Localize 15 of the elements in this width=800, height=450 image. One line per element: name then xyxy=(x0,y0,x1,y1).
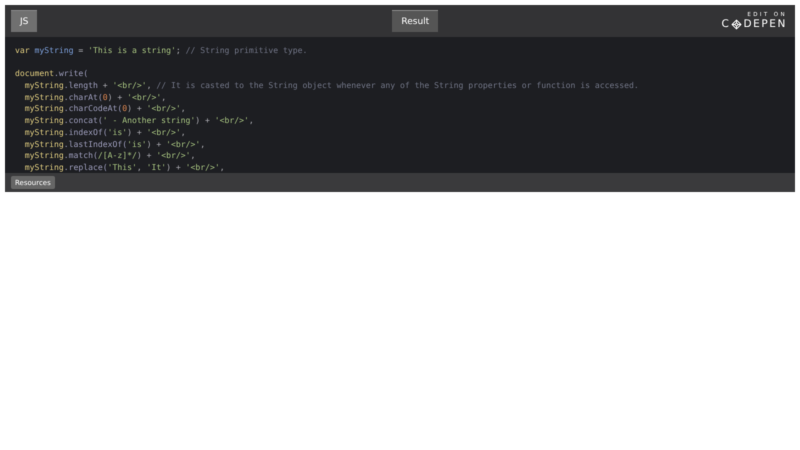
code-line: myString.indexOf('is') + '<br/>', xyxy=(24,126,186,138)
cube-logo-icon xyxy=(731,18,742,30)
code-line: var myString = 'This is a string'; // String primitive type. xyxy=(15,45,308,57)
logo-text: C xyxy=(722,18,730,30)
tab[interactable]: Result xyxy=(392,10,438,32)
code-line: myString.lastIndexOf('is') + '<br/>', xyxy=(24,138,206,150)
logo-text: DEPEN xyxy=(743,18,787,30)
code-line: myString.length + '<br/>', // It is casted to the String object whenever any of the String properties or function is accessed. xyxy=(24,80,639,92)
code-line: myString.match(/[A-z]*/) + '<br/>', xyxy=(24,150,196,162)
code-line: myString.charAt(0) + '<br/>', xyxy=(24,92,166,104)
code-line: myString.replace('This', 'It') + '<br/>', xyxy=(24,162,225,173)
code-line: myString.concat(' - Another string') + '<br/>', xyxy=(24,115,254,127)
code-line: document.write( xyxy=(15,68,88,80)
code-line: myString.charCodeAt(0) + '<br/>', xyxy=(24,103,186,116)
tab[interactable]: JS xyxy=(11,10,38,32)
